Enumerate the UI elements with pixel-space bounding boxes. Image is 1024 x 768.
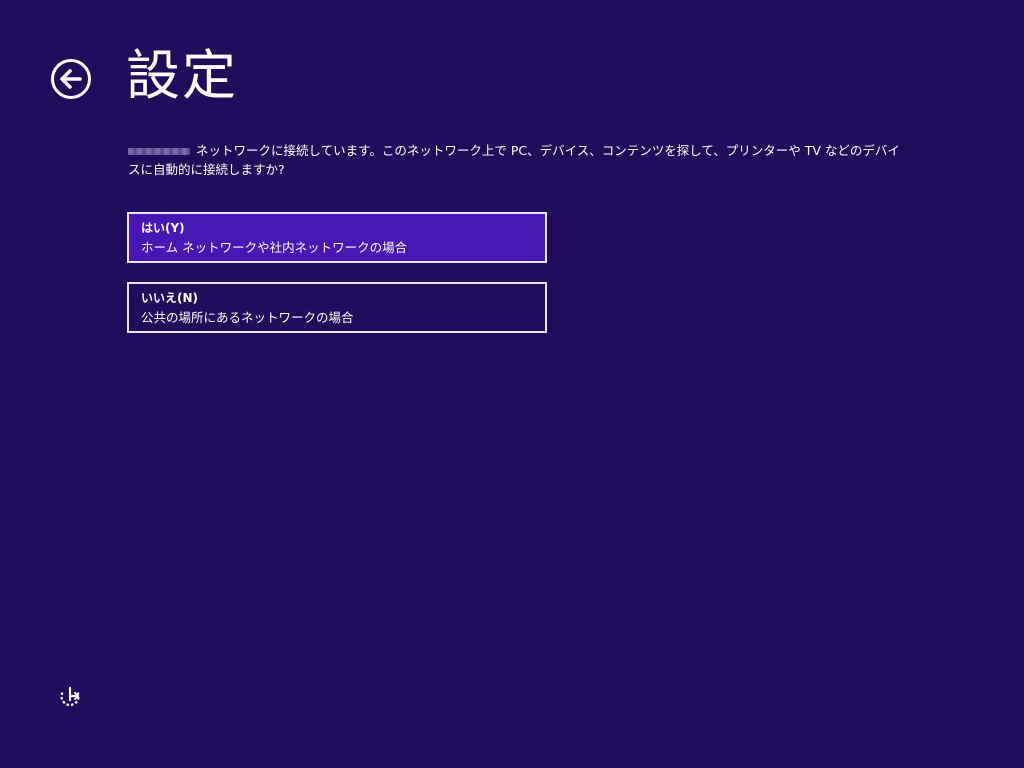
no-option-label: いいえ(N): [141, 291, 199, 305]
yes-option-label: はい(Y): [141, 221, 185, 235]
no-option-description: 公共の場所にあるネットワークの場合: [141, 310, 354, 325]
page-title: 設定: [126, 44, 238, 107]
no-option-button[interactable]: いいえ(N) 公共の場所にあるネットワークの場合: [127, 282, 547, 333]
network-description: ネットワークに接続しています。このネットワーク上で PC、デバイス、コンテンツを…: [128, 141, 908, 179]
settings-screen: 設定 ネットワークに接続しています。このネットワーク上で PC、デバイス、コンテ…: [0, 0, 1024, 768]
network-description-text: ネットワークに接続しています。このネットワーク上で PC、デバイス、コンテンツを…: [128, 143, 900, 177]
yes-option-description: ホーム ネットワークや社内ネットワークの場合: [141, 240, 408, 255]
ease-of-access-button[interactable]: [56, 684, 84, 712]
ease-of-access-icon: [60, 686, 80, 707]
network-name-redacted: [128, 148, 190, 155]
yes-option-button[interactable]: はい(Y) ホーム ネットワークや社内ネットワークの場合: [127, 212, 547, 263]
back-arrow-circle-icon: [51, 59, 91, 99]
back-button[interactable]: [50, 58, 92, 100]
